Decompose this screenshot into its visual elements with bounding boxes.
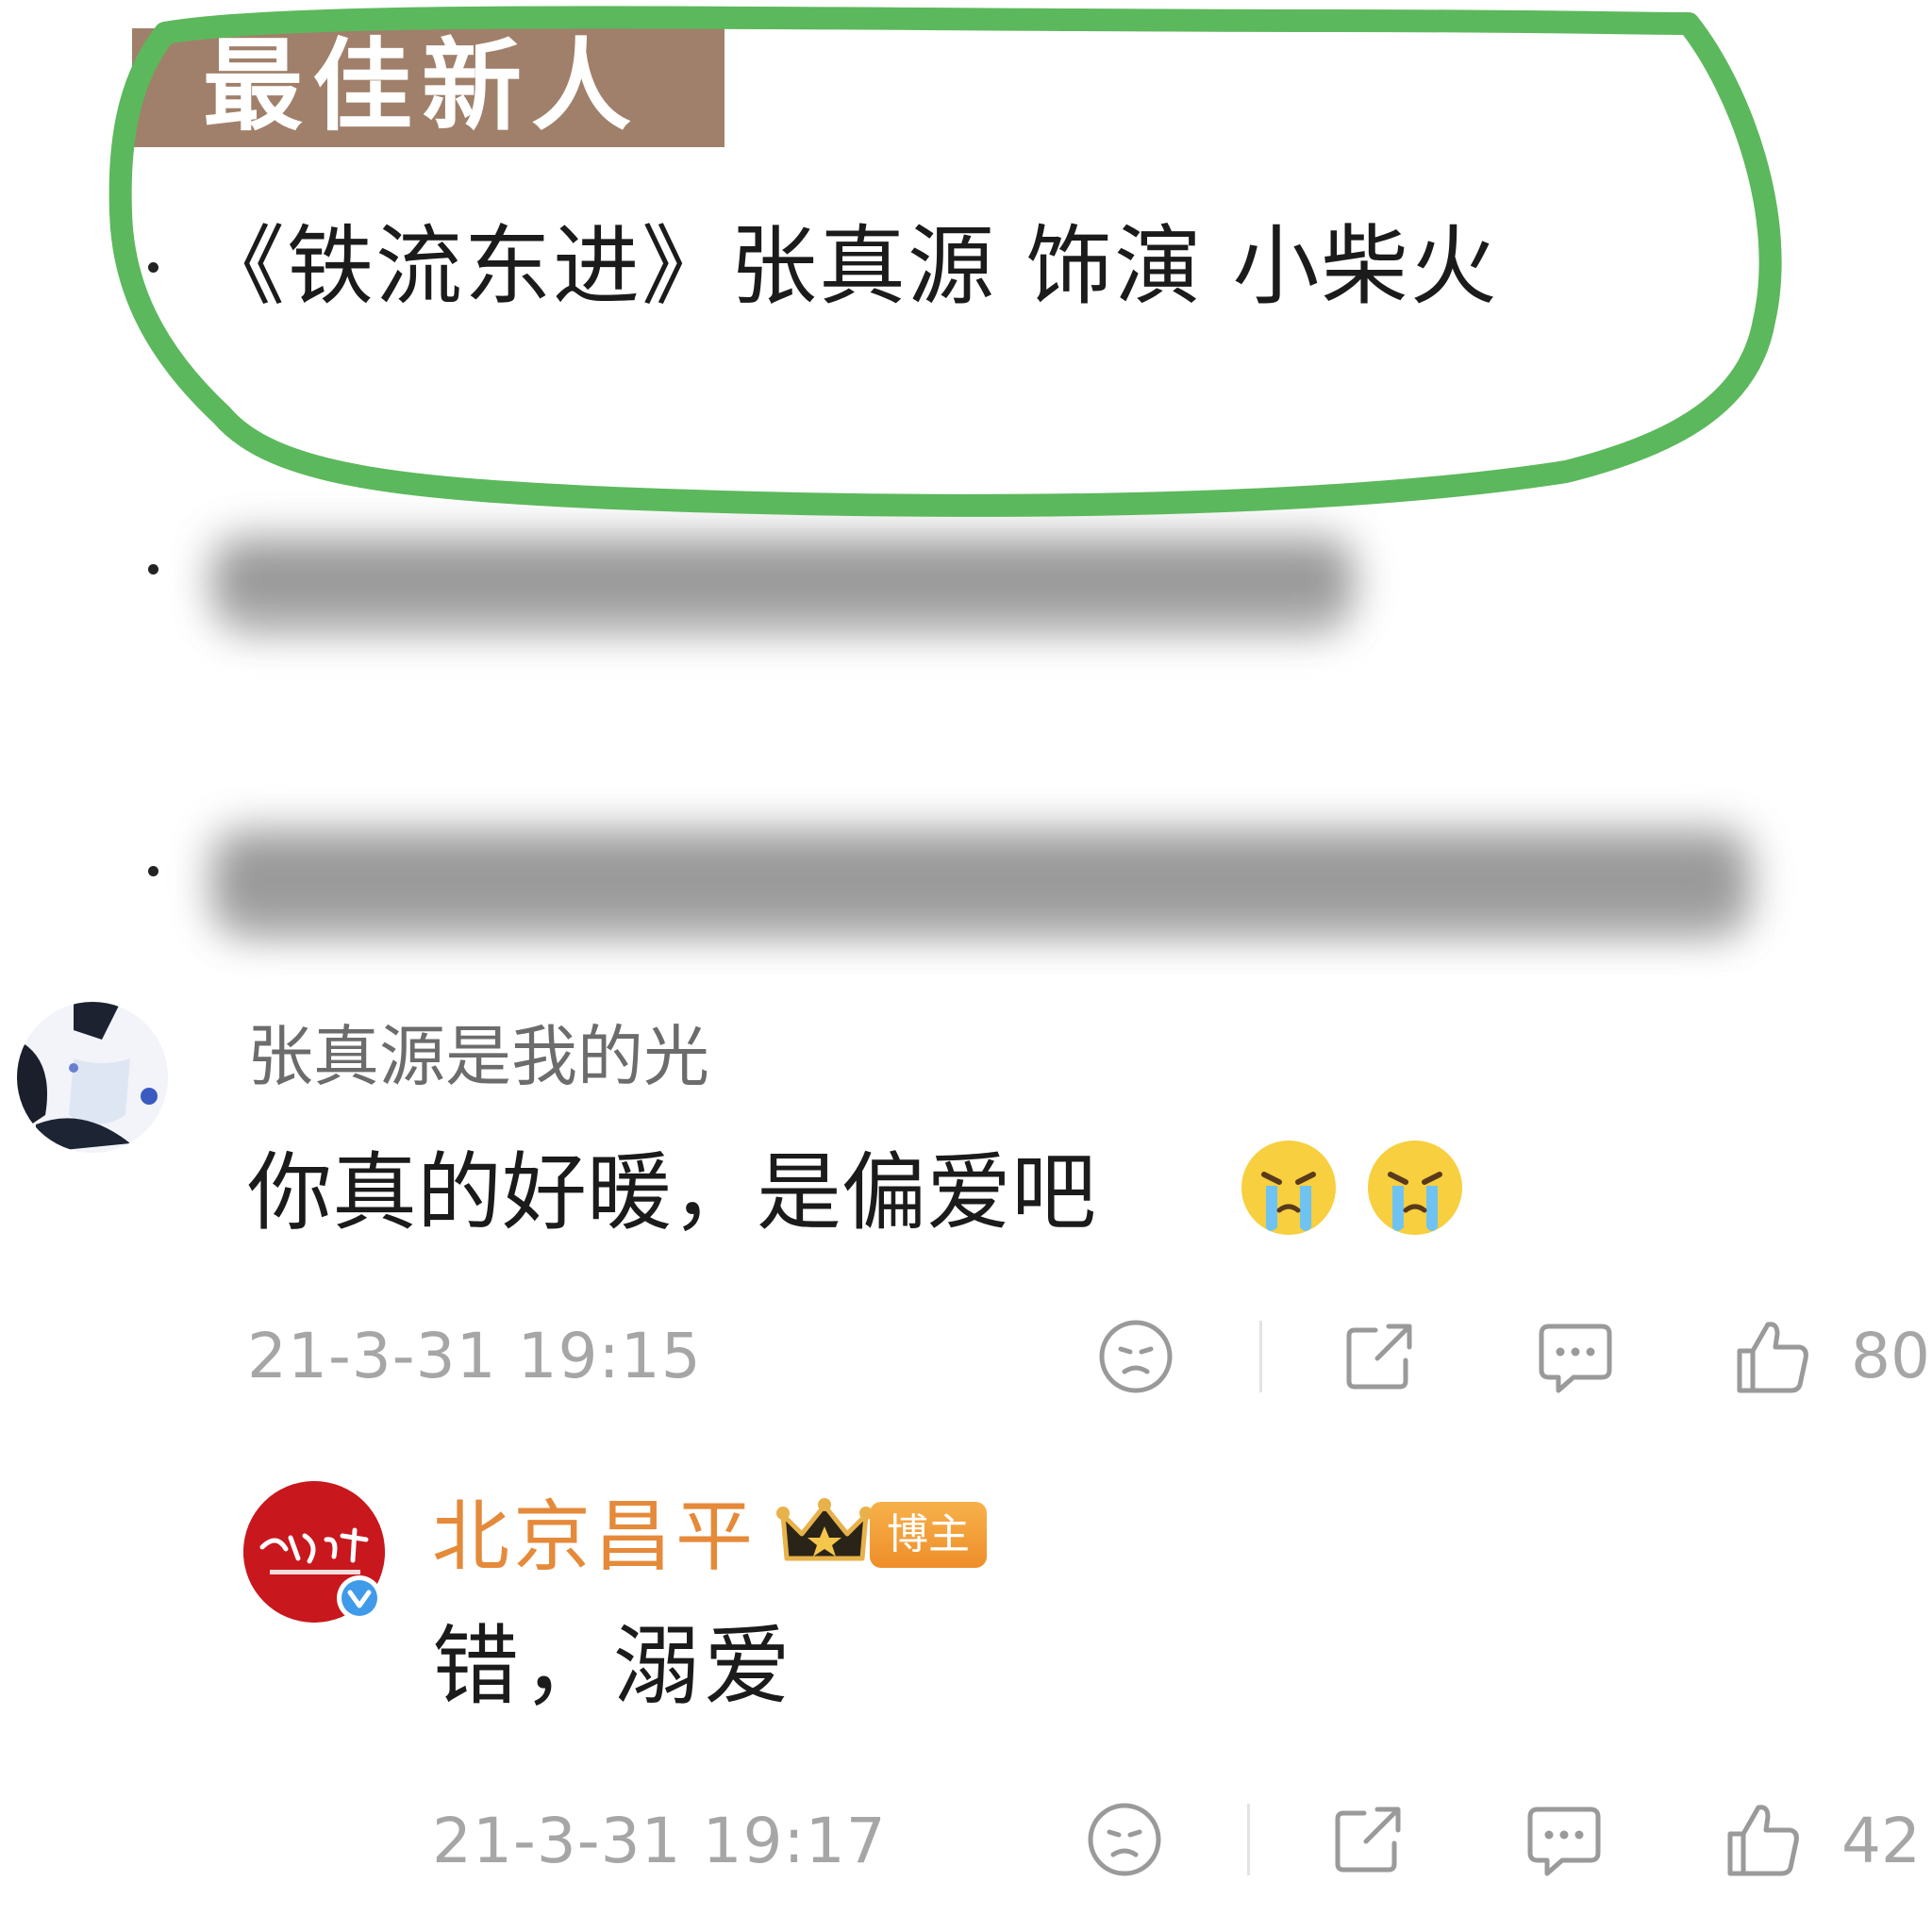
comment-reply-icon[interactable] xyxy=(1536,1317,1615,1396)
verified-icon xyxy=(337,1575,382,1621)
action-divider xyxy=(1259,1321,1262,1392)
blurred-entry-shadow xyxy=(226,604,1340,632)
list-bullet xyxy=(148,262,158,273)
comment-username[interactable]: 张真源是我的光 xyxy=(247,1014,709,1099)
list-bullet xyxy=(148,866,158,876)
blogger-badge: 博主 xyxy=(870,1502,987,1568)
list-bullet xyxy=(148,564,158,575)
avatar[interactable] xyxy=(17,1002,168,1153)
comment-timestamp: 21-3-31 19:17 xyxy=(432,1805,887,1877)
share-icon[interactable] xyxy=(1328,1800,1407,1879)
like-count: 42 xyxy=(1841,1805,1921,1877)
comment-reply-icon[interactable] xyxy=(1524,1800,1604,1879)
user-avatar-image xyxy=(17,1002,168,1153)
blurred-entry-shadow xyxy=(226,901,1736,934)
award-title: 最佳新人 xyxy=(203,28,641,144)
action-divider xyxy=(1247,1804,1250,1875)
like-thumb-icon[interactable] xyxy=(1723,1800,1802,1879)
crying-emoji-icon xyxy=(1368,1141,1462,1235)
comment-text: 你真的好暖，是偏爱吧 xyxy=(247,1143,1096,1242)
comment-timestamp: 21-3-31 19:15 xyxy=(247,1320,702,1392)
crying-emoji-icon xyxy=(1241,1141,1336,1235)
like-count: 80 xyxy=(1851,1320,1930,1392)
dislike-face-icon[interactable] xyxy=(1096,1317,1175,1396)
award-entry: 《铁流东进》张真源 饰演 小柴火 xyxy=(198,216,1499,317)
dislike-face-icon[interactable] xyxy=(1085,1800,1164,1879)
share-icon[interactable] xyxy=(1340,1317,1419,1396)
comment-text: 错，溺爱 xyxy=(432,1616,795,1717)
like-thumb-icon[interactable] xyxy=(1732,1317,1811,1396)
comment-username[interactable]: 北京昌平 xyxy=(432,1491,757,1585)
